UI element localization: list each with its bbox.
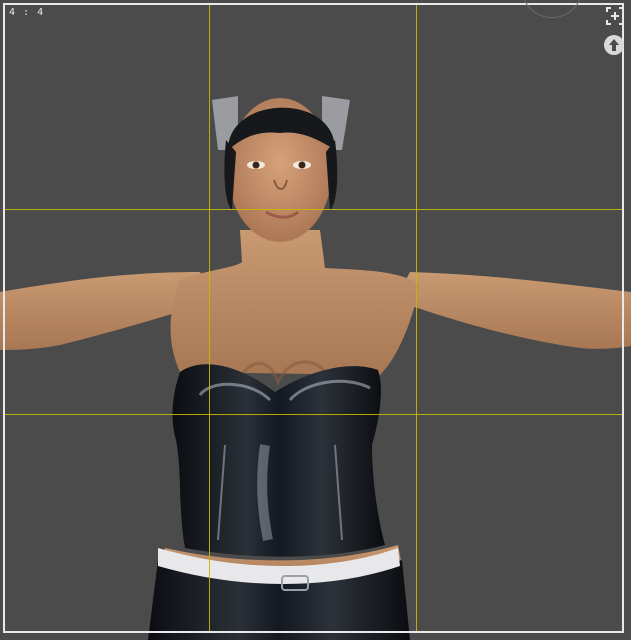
corset (172, 364, 385, 557)
guide-line-vertical-1 (209, 5, 210, 632)
guide-line-vertical-2 (416, 5, 417, 632)
guide-line-horizontal-2 (5, 414, 623, 415)
head (212, 96, 350, 242)
guide-line-horizontal-1 (5, 209, 623, 210)
frame-selection-icon[interactable] (605, 6, 625, 26)
3d-viewport[interactable]: 4 : 4 (0, 0, 631, 640)
arrow-up-circle-icon[interactable] (604, 35, 624, 55)
character-figure[interactable] (0, 0, 631, 640)
torso-skin (170, 230, 420, 386)
right-arm (395, 272, 631, 349)
aspect-ratio-label: 4 : 4 (9, 7, 45, 18)
